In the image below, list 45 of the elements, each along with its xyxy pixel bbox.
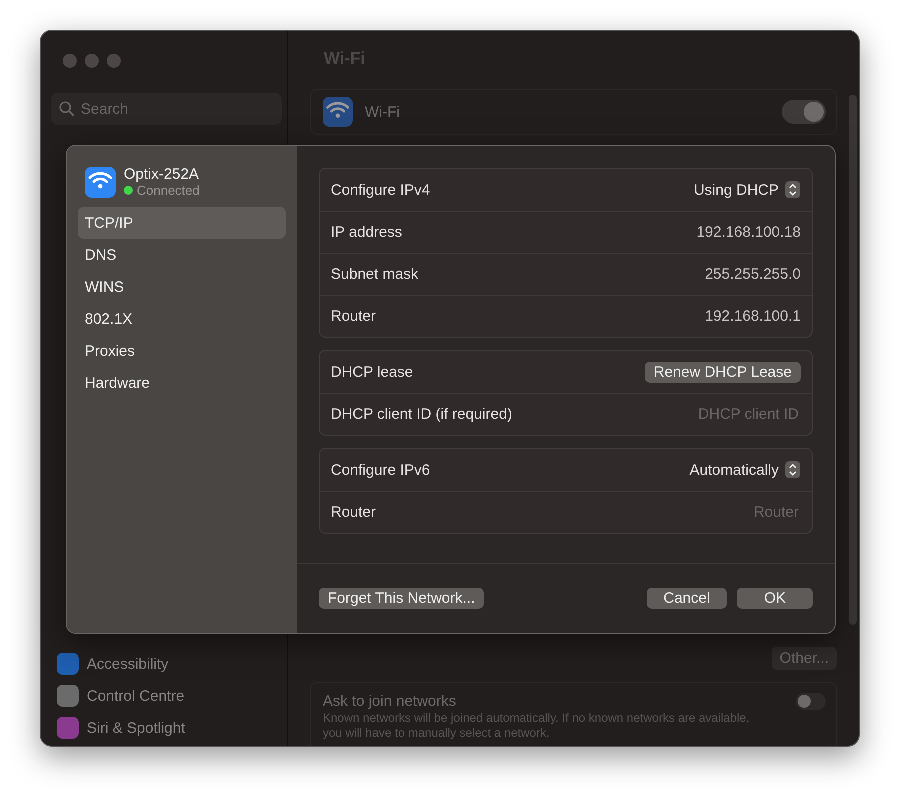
ok-button[interactable]: OK [737, 588, 813, 609]
sidebar-item[interactable]: Siri & Spotlight [51, 712, 277, 744]
row-label: Subnet mask [331, 266, 419, 283]
cancel-button[interactable]: Cancel [646, 588, 728, 609]
tab[interactable]: DNS [78, 239, 286, 271]
tab[interactable]: Hardware [78, 367, 286, 399]
tab[interactable]: WINS [78, 271, 286, 303]
row-value: 192.168.100.1 [705, 308, 801, 325]
row-label: IP address [331, 224, 402, 241]
ask-to-join-label: Ask to join networks [323, 693, 456, 710]
input-field[interactable]: DHCP client ID [601, 405, 801, 424]
row-label: Router [331, 504, 376, 521]
tab[interactable]: 802.1X [78, 303, 286, 335]
popup-button[interactable]: Automatically [690, 461, 801, 479]
row-label: Configure IPv6 [331, 462, 430, 478]
scrollbar[interactable] [849, 95, 857, 625]
tab[interactable]: TCP/IP [78, 207, 286, 239]
ask-to-join-toggle[interactable] [796, 693, 826, 710]
close-control[interactable] [63, 54, 77, 68]
network-status: Connected [137, 183, 200, 198]
wifi-icon [323, 97, 353, 127]
search-icon [59, 101, 75, 117]
input-field[interactable]: Router [601, 503, 801, 522]
ask-to-join-description: Known networks will be joined automatically. If no known networks are available, you will have to manually select a network. [322, 711, 751, 741]
row-label: DHCP client ID (if required) [331, 406, 512, 423]
chevron-updown-icon [785, 181, 801, 199]
zoom-control[interactable] [107, 54, 121, 68]
forget-button[interactable]: Forget This Network... [319, 588, 484, 609]
row-label: Configure IPv4 [331, 182, 430, 198]
sidebar-item[interactable]: Control Centre [51, 680, 277, 712]
minimize-control[interactable] [85, 54, 99, 68]
tab[interactable]: Proxies [78, 335, 286, 367]
wifi-icon [85, 166, 116, 198]
chevron-updown-icon [785, 461, 801, 479]
row-label: Router [331, 308, 376, 325]
row-value: 192.168.100.18 [696, 224, 801, 241]
row-value: 255.255.255.0 [705, 266, 801, 283]
row-label: DHCP lease [331, 364, 414, 380]
popup-button[interactable]: Using DHCP [694, 181, 801, 199]
sidebar-item[interactable]: Accessibility [51, 648, 277, 680]
wifi-toggle[interactable] [782, 100, 826, 124]
search-field[interactable]: Search [51, 93, 282, 125]
wifi-label: Wi-Fi [365, 104, 400, 120]
network-name: Optix-252A [124, 166, 200, 183]
renew-button[interactable]: Renew DHCP Lease [644, 362, 801, 382]
